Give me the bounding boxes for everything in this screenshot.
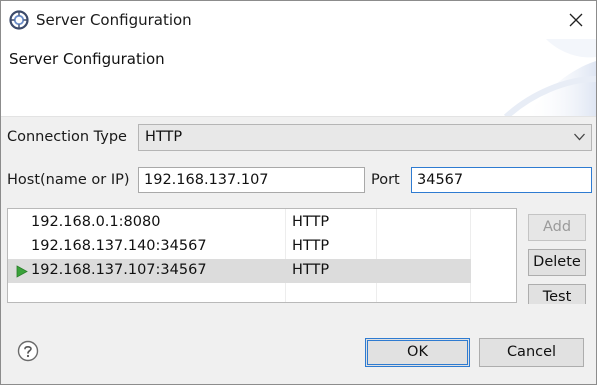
server-host-cell: 192.168.137.107:34567	[31, 262, 207, 278]
port-input[interactable]	[411, 167, 592, 193]
help-icon[interactable]	[17, 340, 39, 362]
server-list[interactable]: 192.168.0.1:8080 HTTP 192.168.137.140:34…	[7, 208, 517, 303]
server-row[interactable]: 192.168.137.140:34567 HTTP	[8, 235, 471, 259]
port-label: Port	[371, 172, 400, 188]
server-type-cell: HTTP	[292, 262, 330, 278]
cancel-button[interactable]: Cancel	[479, 338, 584, 367]
header-banner: Server Configuration	[1, 39, 596, 117]
connection-type-value: HTTP	[145, 129, 183, 145]
server-type-cell: HTTP	[292, 214, 330, 230]
server-type-cell: HTTP	[292, 238, 330, 254]
connection-type-label: Connection Type	[7, 129, 127, 145]
close-icon	[569, 13, 583, 27]
connection-type-select[interactable]: HTTP	[138, 124, 592, 151]
eclipse-app-icon	[9, 10, 29, 30]
server-configuration-dialog: Server Configuration Server Configuratio…	[0, 0, 597, 385]
title-bar: Server Configuration	[1, 1, 596, 39]
server-host-cell: 192.168.137.140:34567	[31, 238, 207, 254]
add-button[interactable]: Add	[528, 214, 586, 241]
chevron-down-icon	[574, 133, 585, 141]
window-title: Server Configuration	[36, 11, 192, 29]
host-label: Host(name or IP)	[7, 172, 130, 188]
server-row[interactable]: 192.168.0.1:8080 HTTP	[8, 211, 471, 235]
close-button[interactable]	[561, 5, 591, 35]
server-host-cell: 192.168.0.1:8080	[31, 214, 161, 230]
banner-decoration	[503, 39, 596, 116]
delete-button[interactable]: Delete	[528, 249, 586, 276]
banner-title: Server Configuration	[9, 50, 165, 68]
active-server-play-icon	[16, 265, 28, 278]
server-row-selected[interactable]: 192.168.137.107:34567 HTTP	[8, 259, 471, 283]
host-input[interactable]	[138, 167, 365, 193]
test-button[interactable]: Test	[528, 284, 586, 304]
ok-button[interactable]: OK	[365, 338, 470, 367]
